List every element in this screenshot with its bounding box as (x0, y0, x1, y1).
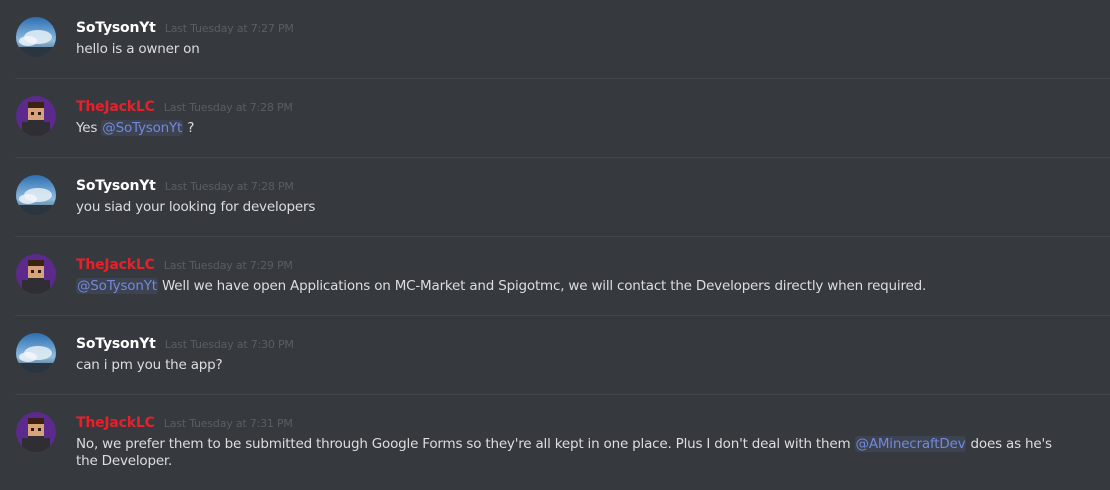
username[interactable]: TheJackLC (76, 257, 155, 273)
sky-avatar[interactable] (16, 333, 56, 373)
message-item[interactable]: TheJackLC Last Tuesday at 7:29 PM @SoTys… (0, 237, 1110, 316)
message-content: hello is a owner on (76, 41, 1076, 58)
timestamp: Last Tuesday at 7:28 PM (163, 101, 293, 114)
timestamp: Last Tuesday at 7:29 PM (163, 259, 293, 272)
minecraft-skin-avatar[interactable] (16, 412, 56, 452)
message-text: No, we prefer them to be submitted throu… (76, 436, 855, 452)
timestamp: Last Tuesday at 7:30 PM (164, 338, 294, 351)
message-content: can i pm you the app? (76, 357, 1076, 374)
username[interactable]: TheJackLC (76, 415, 155, 431)
message-text: hello is a owner on (76, 41, 200, 57)
user-mention[interactable]: @AMinecraftDev (854, 436, 967, 452)
minecraft-skin-avatar[interactable] (16, 96, 56, 136)
message-item[interactable]: SoTysonYt Last Tuesday at 7:30 PM can i … (0, 316, 1110, 395)
message-content: No, we prefer them to be submitted throu… (76, 436, 1076, 470)
chat-messages: SoTysonYt Last Tuesday at 7:27 PM hello … (0, 0, 1110, 489)
message-header: TheJackLC Last Tuesday at 7:31 PM (76, 412, 293, 434)
message-header: SoTysonYt Last Tuesday at 7:27 PM (76, 17, 294, 39)
message-text: Well we have open Applications on MC-Mar… (157, 278, 927, 294)
sky-avatar[interactable] (16, 17, 56, 57)
username[interactable]: TheJackLC (76, 99, 155, 115)
message-header: SoTysonYt Last Tuesday at 7:28 PM (76, 175, 294, 197)
message-content: you siad your looking for developers (76, 199, 1076, 216)
minecraft-skin-avatar[interactable] (16, 254, 56, 294)
timestamp: Last Tuesday at 7:28 PM (164, 180, 294, 193)
message-text: can i pm you the app? (76, 357, 223, 373)
message-content: @SoTysonYt Well we have open Application… (76, 278, 1076, 295)
user-mention[interactable]: @SoTysonYt (76, 278, 158, 294)
message-text: you siad your looking for developers (76, 199, 316, 215)
message-header: TheJackLC Last Tuesday at 7:29 PM (76, 254, 293, 276)
message-text: ? (183, 120, 195, 136)
timestamp: Last Tuesday at 7:27 PM (164, 22, 294, 35)
message-item[interactable]: SoTysonYt Last Tuesday at 7:28 PM you si… (0, 158, 1110, 237)
user-mention[interactable]: @SoTysonYt (101, 120, 184, 136)
timestamp: Last Tuesday at 7:31 PM (163, 417, 293, 430)
message-content: Yes @SoTysonYt ? (76, 120, 1076, 137)
message-item[interactable]: SoTysonYt Last Tuesday at 7:27 PM hello … (0, 0, 1110, 79)
username[interactable]: SoTysonYt (76, 20, 156, 36)
message-text: Yes (76, 120, 102, 136)
message-header: SoTysonYt Last Tuesday at 7:30 PM (76, 333, 294, 355)
message-header: TheJackLC Last Tuesday at 7:28 PM (76, 96, 293, 118)
message-item[interactable]: TheJackLC Last Tuesday at 7:28 PM Yes @S… (0, 79, 1110, 158)
username[interactable]: SoTysonYt (76, 336, 156, 352)
sky-avatar[interactable] (16, 175, 56, 215)
username[interactable]: SoTysonYt (76, 178, 156, 194)
message-item[interactable]: TheJackLC Last Tuesday at 7:31 PM No, we… (0, 395, 1110, 490)
